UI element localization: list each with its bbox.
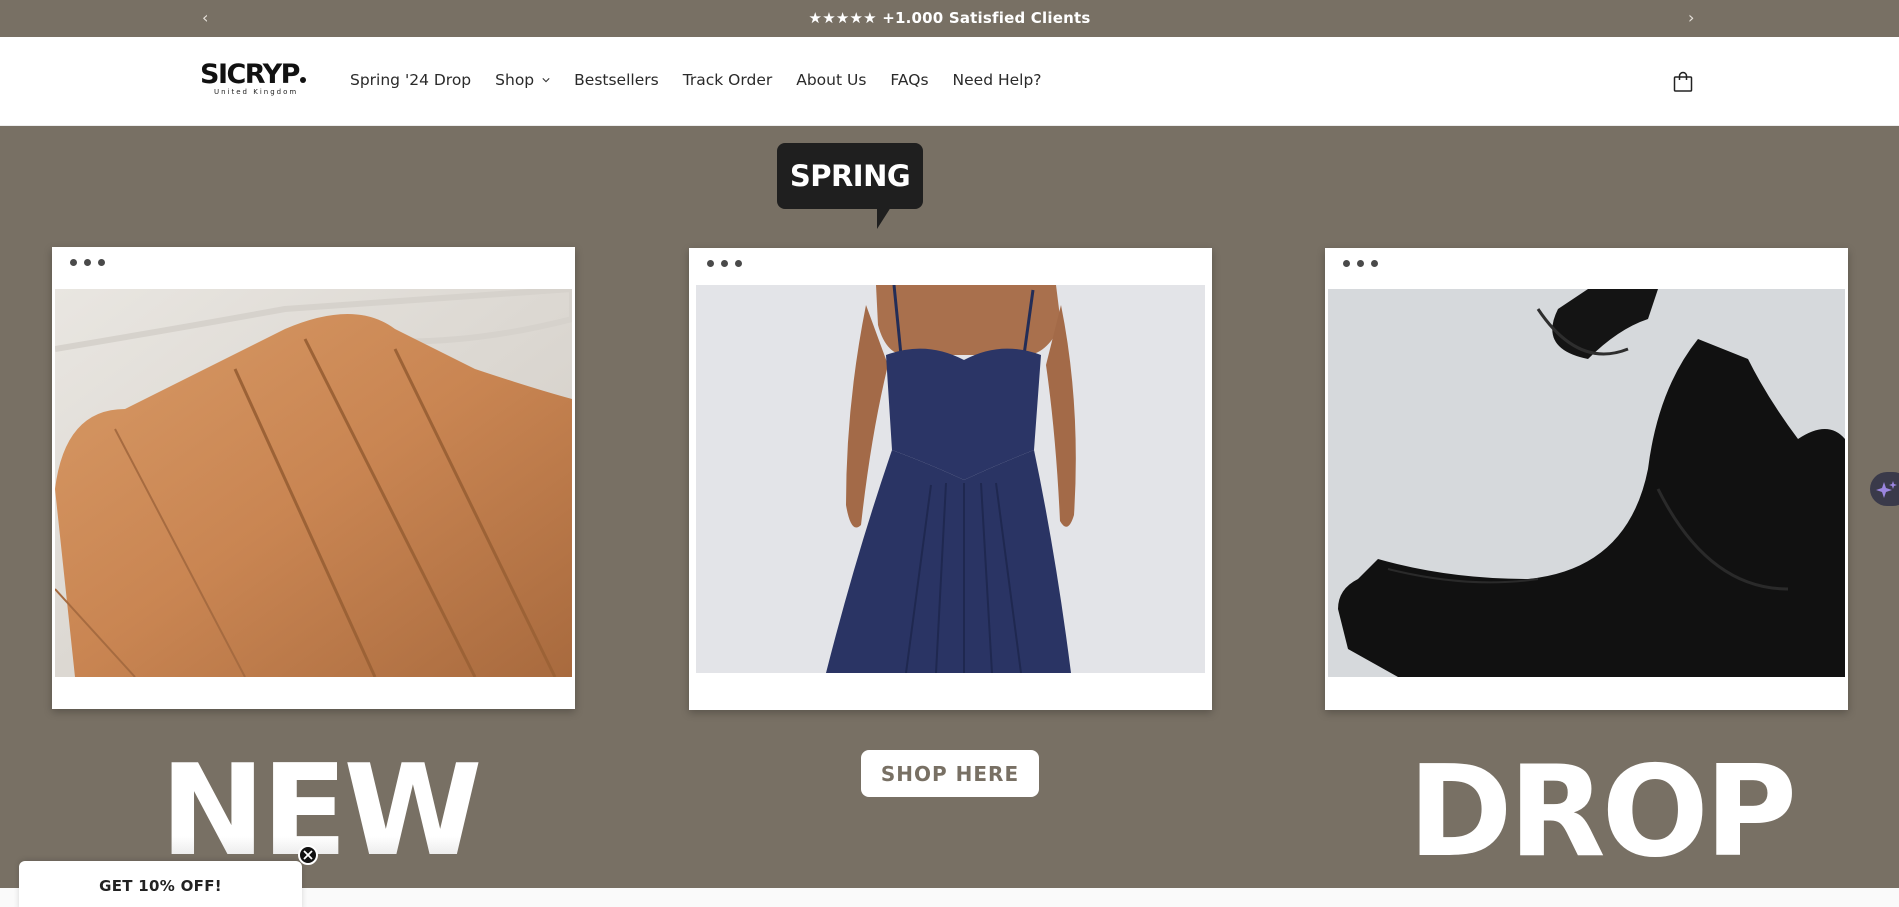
window-dots-icon: [1343, 260, 1378, 267]
hero-banner: SPRING SHOP HERE NEW DROP: [0, 126, 1899, 888]
window-dots-icon: [70, 259, 105, 266]
logo-dot: [299, 77, 306, 83]
product-window-card: [52, 247, 575, 709]
chevron-down-icon: [542, 78, 550, 83]
product-window-card: [1325, 248, 1848, 710]
nav-item-spring-drop[interactable]: Spring '24 Drop: [350, 71, 471, 89]
nav-item-faqs[interactable]: FAQs: [890, 71, 928, 89]
site-header: SICRYP United Kingdom Spring '24 Drop Sh…: [0, 37, 1899, 126]
tan-corset-photo[interactable]: [55, 289, 572, 677]
black-bodysuit-photo[interactable]: [1328, 289, 1845, 677]
main-nav: Spring '24 Drop Shop Bestsellers Track O…: [350, 71, 1066, 89]
nav-item-need-help[interactable]: Need Help?: [953, 71, 1042, 89]
badge-tail: [877, 207, 891, 229]
nav-item-bestsellers[interactable]: Bestsellers: [574, 71, 659, 89]
sparkle-assistant-icon[interactable]: [1870, 472, 1899, 506]
discount-popup-label: GET 10% OFF!: [99, 877, 222, 895]
shop-here-button[interactable]: SHOP HERE: [861, 750, 1039, 797]
logo-text: SICRYP: [200, 59, 300, 90]
nav-item-track-order[interactable]: Track Order: [683, 71, 773, 89]
announcement-bar: ‹ ★★★★★ +1.000 Satisfied Clients ›: [0, 0, 1899, 37]
announcement-text: ★★★★★ +1.000 Satisfied Clients: [808, 9, 1091, 27]
close-icon[interactable]: [298, 845, 318, 865]
nav-item-about-us[interactable]: About Us: [796, 71, 866, 89]
hero-word-new: NEW: [160, 737, 483, 884]
discount-popup-tab[interactable]: GET 10% OFF!: [19, 861, 302, 907]
logo-subtitle: United Kingdom: [214, 88, 299, 96]
chevron-right-icon[interactable]: ›: [1688, 8, 1694, 27]
hero-word-drop: DROP: [1408, 738, 1797, 885]
spring-badge: SPRING: [777, 143, 923, 229]
product-window-card: [689, 248, 1212, 710]
navy-dress-photo[interactable]: [696, 285, 1205, 673]
window-dots-icon: [707, 260, 742, 267]
nav-item-shop[interactable]: Shop: [495, 71, 550, 89]
logo[interactable]: SICRYP United Kingdom: [200, 61, 320, 96]
shopping-bag-icon[interactable]: [1671, 70, 1695, 94]
